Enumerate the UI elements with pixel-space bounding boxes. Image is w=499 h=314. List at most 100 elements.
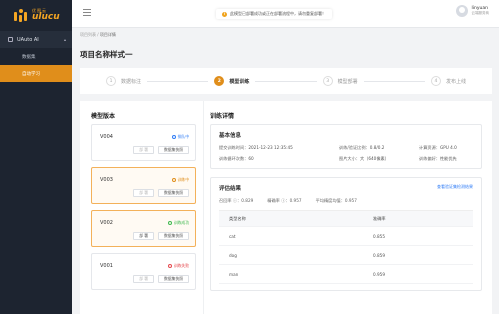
field-epochs: 训练循环次数：60: [219, 156, 339, 162]
field-key: 训练/验证比例：: [339, 145, 370, 150]
step-number: 2: [214, 76, 225, 86]
status-label: 训练成功: [173, 220, 189, 225]
field-compute: 计算资源：GPU 4.0: [419, 145, 491, 151]
view-validation-link[interactable]: 查看验证集检测结果: [437, 184, 473, 190]
logo-mark-icon: [14, 8, 28, 23]
metric-value: 0.957: [344, 198, 357, 203]
metric-key: 平均精度均值：: [315, 198, 345, 203]
status-label: 训练失败: [173, 263, 189, 268]
step-connector: [255, 80, 317, 82]
progress-steps: 1 数据标注 2 模型训练 3 模型部署 4 发布上线: [80, 68, 492, 94]
metric-precision: 精确率 ⓘ：0.957: [267, 198, 301, 204]
field-value: 2021-12-23 12:35:45: [248, 145, 293, 150]
dataset-snapshot-button[interactable]: 数据集快照: [158, 146, 189, 154]
field-preference: 训练偏好：性能优先: [419, 156, 491, 162]
table-header: 类型名称 准确率: [219, 211, 473, 227]
sidebar-item-dataset[interactable]: 数据集: [0, 48, 72, 65]
versions-title: 模型版本: [91, 113, 116, 120]
deploy-button[interactable]: 部 署: [133, 146, 155, 154]
metric-value: 0.829: [241, 198, 254, 203]
error-circle-icon: [167, 264, 172, 268]
status-label: 训练中: [177, 177, 189, 182]
step-connector: [363, 80, 425, 82]
basic-info-title: 基本信息: [219, 133, 242, 139]
field-value: GPU 4.0: [439, 145, 457, 150]
sidebar-group-uauto[interactable]: UAuto AI ▴: [0, 31, 72, 48]
sidebar-group-label: UAuto AI: [17, 36, 39, 43]
dataset-snapshot-button[interactable]: 数据集快照: [158, 189, 189, 197]
menu-toggle-icon[interactable]: [83, 9, 91, 18]
field-key: 计算资源：: [419, 145, 440, 150]
cell-accuracy: 0.959: [373, 271, 385, 277]
step-label: 模型部署: [337, 78, 358, 85]
field-submit-time: 提交训练时间：2021-12-23 12:35:45: [219, 145, 339, 151]
metric-key: 精确率 ⓘ：: [267, 198, 290, 203]
step-label: 模型训练: [229, 78, 250, 85]
warning-notice: ! 此模型已部署成功或正在部署流程中，请勿重复部署！: [216, 9, 332, 19]
deploy-button[interactable]: 部 署: [133, 275, 155, 283]
step-model-training[interactable]: 2 模型训练: [214, 76, 249, 86]
user-org: 云端服务商: [471, 11, 490, 16]
table-row: cat 0.855: [219, 227, 473, 246]
sidebar-item-auto-learning[interactable]: 自动学习: [0, 65, 72, 82]
deploy-button[interactable]: 部 署: [133, 189, 155, 197]
metric-key: 召回率 ⓘ：: [219, 198, 242, 203]
dataset-snapshot-button[interactable]: 数据集快照: [158, 275, 189, 283]
user-menu[interactable]: linyuan 云端服务商: [455, 5, 490, 17]
step-model-deploy[interactable]: 3 模型部署: [322, 76, 358, 86]
breadcrumb-current: 项目详情: [99, 32, 116, 37]
version-card[interactable]: V004 排队中 部 署 数据集快照: [91, 124, 196, 161]
field-value: 性能优先: [439, 156, 457, 161]
eval-title: 评估结果: [219, 186, 242, 192]
step-label: 数据标注: [121, 78, 142, 85]
step-label: 发布上线: [445, 78, 466, 85]
dataset-snapshot-button[interactable]: 数据集快照: [158, 232, 189, 240]
breadcrumb-project-list[interactable]: 项目列表: [80, 32, 96, 37]
check-circle-icon: [167, 221, 172, 225]
logo[interactable]: 优图云 ulucu: [0, 0, 72, 31]
cell-class: dog: [229, 252, 237, 258]
step-connector: [147, 80, 209, 82]
cell-accuracy: 0.859: [373, 252, 385, 258]
warning-icon: !: [222, 11, 227, 17]
table-row: dog 0.859: [219, 246, 473, 265]
sidebar: 优图云 ulucu UAuto AI ▴ 数据集 自动学习: [0, 0, 72, 314]
step-number: 1: [106, 76, 116, 86]
basic-info-box: 基本信息 提交训练时间：2021-12-23 12:35:45 训练/验证比例：…: [210, 124, 482, 169]
deploy-button[interactable]: 部 署: [133, 232, 155, 240]
accuracy-table: 类型名称 准确率 cat 0.855 dog 0.859 man 0.959: [219, 210, 473, 284]
training-detail: 基本信息 提交训练时间：2021-12-23 12:35:45 训练/验证比例：…: [210, 124, 482, 299]
version-name: V003: [100, 177, 113, 183]
metric-value: 0.957: [289, 198, 302, 203]
sidebar-item-label: 自动学习: [22, 71, 40, 77]
chevron-up-icon: ▴: [63, 37, 66, 42]
breadcrumb: 项目列表 / 项目详情: [80, 32, 116, 38]
field-key: 训练循环次数：: [219, 156, 249, 161]
field-value: 0.8/0.2: [369, 145, 385, 150]
field-image-size: 图片大小：大（640像素）: [339, 156, 419, 162]
version-card[interactable]: V002 训练成功 部 署 数据集快照: [91, 210, 196, 247]
cell-class: man: [229, 271, 239, 277]
version-name: V001: [100, 263, 113, 269]
version-card[interactable]: V003 训练中 部 署 数据集快照: [91, 167, 196, 204]
topbar: ! 此模型已部署成功或正在部署流程中，请勿重复部署！ linyuan 云端服务商: [72, 0, 499, 28]
eval-result-box: 评估结果 查看验证集检测结果 召回率 ⓘ：0.829 精确率 ⓘ：0.957 平…: [210, 177, 482, 291]
version-name: V004: [100, 134, 113, 140]
col-class-name: 类型名称: [229, 215, 246, 221]
table-row: man 0.959: [219, 265, 473, 284]
avatar: [455, 5, 468, 17]
field-key: 图片大小：: [339, 156, 360, 161]
step-publish[interactable]: 4 发布上线: [430, 76, 466, 86]
version-status: 训练失败: [167, 263, 189, 269]
metric-map: 平均精度均值：0.957: [316, 198, 357, 204]
brand-en: ulucu: [32, 12, 60, 22]
notice-text: 此模型已部署成功或正在部署流程中，请勿重复部署！: [230, 11, 326, 16]
step-number: 4: [430, 76, 441, 86]
field-key: 提交训练时间：: [219, 145, 249, 150]
version-list: V004 排队中 部 署 数据集快照 V003 训练中 部 署 数据集快照 V0…: [91, 124, 196, 296]
version-card[interactable]: V001 训练失败 部 署 数据集快照: [91, 253, 196, 290]
clock-icon: [171, 178, 176, 182]
step-data-annotation[interactable]: 1 数据标注: [106, 76, 141, 86]
clock-icon: [171, 135, 176, 139]
step-number: 3: [322, 76, 333, 86]
